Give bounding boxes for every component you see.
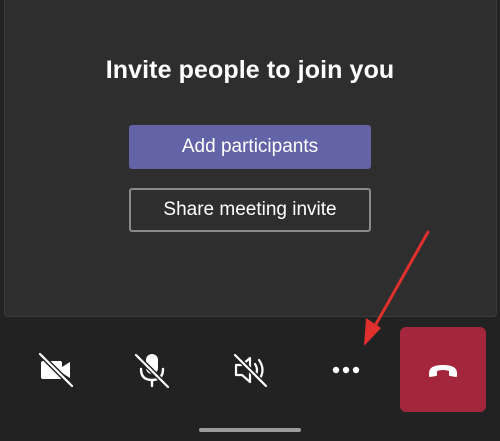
system-navigation-handle[interactable]	[199, 428, 301, 432]
meeting-screen: Invite people to join you Add participan…	[0, 0, 500, 441]
share-meeting-invite-button[interactable]: Share meeting invite	[129, 188, 371, 232]
call-controls-toolbar	[0, 318, 500, 428]
more-horizontal-icon	[332, 366, 360, 374]
invite-title: Invite people to join you	[105, 56, 395, 84]
end-call-button[interactable]	[400, 327, 486, 412]
mute-toggle-button[interactable]	[130, 348, 174, 392]
camera-toggle-button[interactable]	[34, 348, 78, 392]
speaker-off-icon	[232, 352, 269, 389]
add-participants-button[interactable]: Add participants	[129, 125, 371, 169]
video-off-icon	[37, 351, 75, 389]
mic-off-icon	[133, 352, 171, 390]
phone-hangup-icon	[429, 364, 457, 377]
more-options-button[interactable]	[324, 348, 368, 392]
speaker-toggle-button[interactable]	[228, 348, 272, 392]
